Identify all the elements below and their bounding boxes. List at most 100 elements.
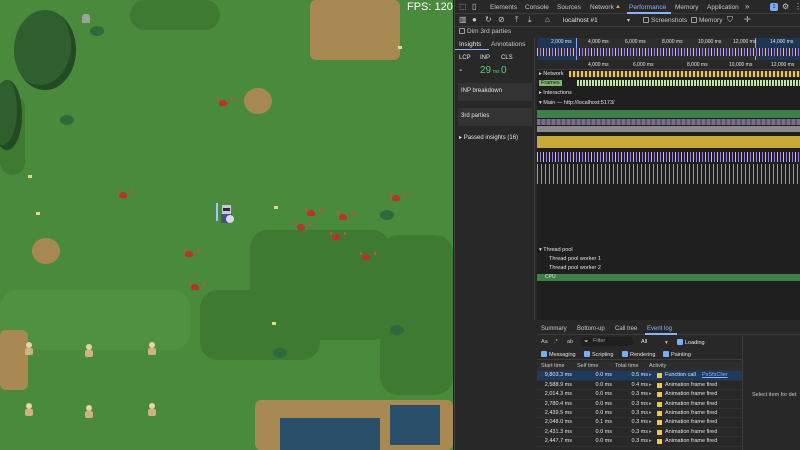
tab-event-log[interactable]: Event log — [647, 326, 672, 332]
track-worker-1[interactable]: Thread pool worker 1 — [549, 256, 601, 262]
track-interactions[interactable]: ▸ Interactions — [539, 90, 572, 96]
expand-arrow-icon[interactable]: ▸ — [649, 409, 652, 418]
match-case-icon[interactable]: Aa — [541, 338, 548, 346]
main-subtask-bar[interactable] — [537, 119, 800, 125]
scripting-swatch — [657, 420, 662, 426]
main-task-bar[interactable] — [537, 110, 800, 118]
tab-elements[interactable]: Elements — [490, 4, 517, 11]
flowers — [28, 175, 32, 178]
filter-icon: ⏷ — [584, 339, 589, 345]
more-tabs-button[interactable]: » — [745, 2, 749, 11]
col-start-time[interactable]: Start time — [541, 362, 565, 371]
kebab-menu-icon[interactable]: ⋮ — [794, 3, 800, 11]
loading-checkbox[interactable]: Loading — [677, 339, 705, 346]
tab-application[interactable]: Application — [707, 4, 739, 11]
expand-arrow-icon[interactable]: ▸ — [649, 381, 652, 390]
scripting-swatch — [657, 411, 662, 416]
tab-performance[interactable]: Performance — [629, 4, 666, 11]
tab-network[interactable]: Network — [590, 4, 614, 11]
filter-input[interactable]: ⏷ Filter — [581, 337, 633, 346]
track-network[interactable]: ▸ Network — [539, 71, 563, 77]
filter-select[interactable]: All — [641, 339, 647, 345]
whole-word-icon[interactable]: ab — [567, 338, 573, 346]
table-row[interactable]: 2,780.4 ms 0.0 ms 0.3 ms ▸ Animation frame f… — [537, 400, 742, 409]
rendering-checkbox[interactable]: Rendering — [622, 351, 655, 358]
expand-arrow-icon[interactable]: ▸ — [649, 418, 652, 427]
crosshair-icon[interactable]: ✛ — [744, 16, 751, 24]
expand-arrow-icon[interactable]: ▸ — [649, 390, 652, 399]
table-row[interactable]: 2,447.7 ms 0.0 ms 0.3 ms ▸ Animation frame f… — [537, 437, 742, 447]
source-link[interactable]: PxSfsClier — [702, 371, 728, 380]
col-self-time[interactable]: Self time — [577, 362, 598, 371]
expand-arrow-icon[interactable]: ▸ — [649, 437, 652, 446]
target-select[interactable]: localhost #1 — [563, 17, 598, 24]
tab-console[interactable]: Console — [525, 4, 549, 11]
reload-record-icon[interactable]: ↻ — [485, 16, 492, 24]
col-total-time[interactable]: Total time — [615, 362, 639, 371]
tab-insights[interactable]: Insights — [459, 41, 481, 48]
scripting-bar[interactable] — [537, 164, 800, 184]
main-subtask-bar[interactable] — [537, 126, 800, 132]
home-icon[interactable]: ⌂ — [545, 16, 550, 24]
device-toggle-icon[interactable]: ▯ — [472, 3, 476, 11]
scripting-bar[interactable] — [537, 152, 800, 162]
overview-ruler[interactable]: 2,000 ms 4,000 ms 6,000 ms 8,000 ms 10,0… — [537, 38, 800, 60]
capture-settings-icon[interactable]: ⛉ — [727, 16, 733, 24]
flame-chart[interactable]: ▸ Network Frames ▸ Interactions ▾ Main —… — [537, 70, 800, 320]
table-row[interactable]: 2,431.3 ms 0.0 ms 0.3 ms ▸ Animation frame f… — [537, 428, 742, 438]
ruler-tick: 8,000 ms — [662, 39, 683, 45]
crab-enemy — [295, 222, 311, 231]
upload-icon[interactable]: ⤒ — [515, 16, 519, 24]
table-row[interactable]: 2,439.5 ms 0.0 ms 0.3 ms ▸ Animation frame f… — [537, 409, 742, 419]
screenshots-checkbox[interactable]: Screenshots — [643, 17, 687, 24]
tab-call-tree[interactable]: Call tree — [615, 326, 637, 332]
category-checkboxes: Messaging Scripting Rendering Painting — [537, 349, 742, 360]
scripting-bar[interactable] — [537, 136, 800, 148]
chevron-down-icon[interactable]: ▾ — [627, 17, 630, 25]
passed-insights-toggle[interactable]: ▸ Passed insights (16) — [459, 134, 518, 141]
track-worker-2[interactable]: Thread pool worker 2 — [549, 265, 601, 271]
cell-total-time: 0.3 ms — [631, 419, 648, 426]
download-icon[interactable]: ⤓ — [528, 16, 532, 24]
cell-self-time: 0.0 ms — [595, 391, 612, 398]
table-row[interactable]: 2,588.9 ms 0.0 ms 0.4 ms ▸ Animation frame f… — [537, 381, 742, 391]
issues-badge[interactable]: 1 — [770, 3, 778, 11]
tab-memory[interactable]: Memory — [675, 4, 698, 11]
expand-arrow-icon[interactable]: ▸ — [649, 371, 652, 380]
game-canvas[interactable]: FPS: 120.1 — [0, 0, 453, 450]
table-row[interactable]: 2,014.3 ms 0.0 ms 0.3 ms ▸ Animation frame f… — [537, 390, 742, 400]
scripting-swatch — [657, 382, 662, 388]
gravestone — [82, 14, 90, 23]
regex-icon[interactable]: .* — [554, 338, 558, 346]
memory-checkbox[interactable]: Memory — [691, 17, 722, 24]
record-icon[interactable]: ● — [472, 16, 477, 24]
painting-checkbox[interactable]: Painting — [663, 351, 691, 358]
expand-arrow-icon[interactable]: ▸ — [649, 428, 652, 437]
expand-arrow-icon[interactable]: ▸ — [649, 400, 652, 409]
clear-icon[interactable]: ⊘ — [498, 16, 505, 24]
water — [280, 418, 380, 450]
scripting-swatch — [657, 429, 662, 435]
inspect-icon[interactable]: ⬚ — [459, 3, 467, 11]
chevron-down-icon[interactable]: ▾ — [665, 339, 668, 347]
tab-sources[interactable]: Sources — [557, 4, 581, 11]
track-thread-pool[interactable]: ▾ Thread pool — [539, 247, 573, 253]
table-row[interactable]: 9,803.3 ms 0.0 ms 0.5 ms ▸ Function call PxSf… — [537, 371, 742, 381]
messaging-label: Messaging — [549, 352, 576, 358]
inp-breakdown-card[interactable]: INP breakdown — [458, 83, 532, 101]
messaging-checkbox[interactable]: Messaging — [541, 351, 576, 358]
tab-bottom-up[interactable]: Bottom-up — [577, 326, 605, 332]
scripting-checkbox[interactable]: Scripting — [584, 351, 613, 358]
tab-annotations[interactable]: Annotations — [491, 41, 525, 48]
tab-summary[interactable]: Summary — [541, 326, 567, 332]
track-main[interactable]: ▾ Main — http://localhost:5173/ — [539, 100, 615, 106]
col-activity[interactable]: Activity — [649, 362, 666, 371]
dim-3rd-parties-checkbox[interactable]: Dim 3rd parties — [459, 28, 511, 35]
third-parties-card[interactable]: 3rd parties — [458, 108, 532, 126]
cpu-track[interactable]: CPU — [537, 274, 800, 281]
sidebar-toggle-icon[interactable]: ▥ — [459, 16, 467, 24]
track-frames[interactable]: Frames — [539, 80, 562, 86]
gear-icon[interactable]: ⚙ — [782, 3, 789, 11]
table-row[interactable]: 2,048.0 ms 0.1 ms 0.3 ms ▸ Animation frame f… — [537, 418, 742, 428]
dirt-patch — [0, 330, 28, 390]
